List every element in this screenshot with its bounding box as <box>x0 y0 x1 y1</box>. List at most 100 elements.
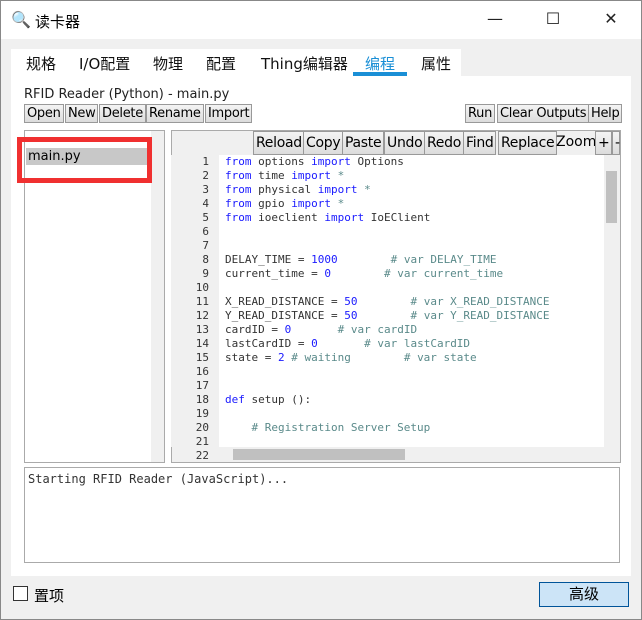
code-token: current_time = <box>225 267 318 280</box>
code-token: * <box>337 169 345 182</box>
open-button[interactable]: Open <box>24 104 64 123</box>
code-token: 2 <box>277 351 285 364</box>
code-line: Y_READ_DISTANCE = 50 # var Y_READ_DISTAN… <box>225 309 550 322</box>
delete-button[interactable]: Delete <box>99 104 146 123</box>
code-token: import <box>291 169 331 182</box>
code-line: state = 2 # waiting # var state <box>225 351 477 364</box>
line-number: 10 <box>195 281 209 294</box>
code-token: 50 <box>344 295 358 308</box>
help-button[interactable]: Help <box>588 104 623 123</box>
code-token: from <box>225 155 252 168</box>
paste-button[interactable]: Paste <box>342 131 385 155</box>
run-button[interactable]: Run <box>465 104 496 123</box>
line-number: 19 <box>195 407 209 420</box>
code-token: cardID = <box>225 323 278 336</box>
code-token: Y_READ_DISTANCE = <box>225 309 338 322</box>
pin-checkbox[interactable] <box>13 586 28 601</box>
line-number: 7 <box>202 239 209 252</box>
zoom-out-button[interactable]: - <box>612 131 620 155</box>
code-token: physical <box>258 183 312 196</box>
line-number: 6 <box>202 225 209 238</box>
code-token: # var Y_READ_DISTANCE <box>364 309 550 322</box>
tab-io-config[interactable]: I/O配置 <box>79 53 130 74</box>
line-number: 8 <box>202 253 209 266</box>
code-line: X_READ_DISTANCE = 50 # var X_READ_DISTAN… <box>225 295 550 308</box>
code-line: cardID = 0 # var cardID <box>225 323 417 336</box>
pin-label: 置项 <box>34 587 65 605</box>
line-number: 1 <box>202 155 209 168</box>
hscroll-thumb[interactable] <box>233 449 405 460</box>
file-list-scrollbar[interactable] <box>151 131 164 462</box>
line-number: 14 <box>195 337 209 350</box>
code-line: from physical import * <box>225 183 371 196</box>
code-token: # Registration Server Setup <box>225 421 431 434</box>
line-number: 21 <box>195 435 209 448</box>
editor-vertical-scrollbar[interactable] <box>604 155 619 447</box>
rename-button[interactable]: Rename <box>146 104 204 123</box>
close-button[interactable]: ✕ <box>596 9 626 31</box>
redo-button[interactable]: Redo <box>424 131 464 155</box>
replace-button[interactable]: Replace <box>498 131 558 155</box>
code-token: * <box>364 183 371 196</box>
copy-button[interactable]: Copy <box>303 131 344 155</box>
highlight-box <box>17 137 152 183</box>
code-line: from gpio import * <box>225 197 344 210</box>
undo-button[interactable]: Undo <box>384 131 426 155</box>
code-token: setup (): <box>251 393 312 406</box>
new-button[interactable]: New <box>65 104 99 123</box>
app-icon: 🔍 <box>11 10 31 29</box>
code-token: import <box>291 197 331 210</box>
line-number: 16 <box>195 365 209 378</box>
advanced-button[interactable]: 高级 <box>539 582 629 607</box>
reload-button[interactable]: Reload <box>253 131 305 155</box>
tab-programming[interactable]: 编程 <box>365 53 395 74</box>
line-number: 5 <box>202 211 209 224</box>
tab-thing-editor[interactable]: Thing编辑器 <box>261 53 348 74</box>
minimize-button[interactable]: — <box>480 9 510 31</box>
code-token: from <box>225 211 252 224</box>
code-token: from <box>225 197 252 210</box>
code-token: # var current_time <box>337 267 504 280</box>
code-token: from <box>225 169 252 182</box>
code-token: # var X_READ_DISTANCE <box>364 295 550 308</box>
code-token: # var lastCardID <box>324 337 471 350</box>
code-line: DELAY_TIME = 1000 # var DELAY_TIME <box>225 253 497 266</box>
import-button[interactable]: Import <box>205 104 253 123</box>
code-token: 0 <box>311 337 318 350</box>
code-token: import <box>324 211 365 224</box>
code-token: # var DELAY_TIME <box>344 253 497 266</box>
zoom-in-button[interactable]: + <box>595 131 613 155</box>
line-number: 9 <box>202 267 209 280</box>
output-console[interactable]: Starting RFID Reader (JavaScript)... <box>24 467 620 563</box>
code-token: time <box>258 169 285 182</box>
tab-attributes[interactable]: 属性 <box>421 53 451 74</box>
line-number: 22 <box>195 449 209 462</box>
code-line: from time import * <box>225 169 344 182</box>
code-line: from options import Options <box>225 155 404 168</box>
tab-config[interactable]: 配置 <box>206 53 236 74</box>
maximize-button[interactable]: ☐ <box>538 9 568 31</box>
editor-horizontal-scrollbar[interactable] <box>219 447 604 462</box>
code-line: current_time = 0 # var current_time <box>225 267 503 280</box>
project-title: RFID Reader (Python) - main.py <box>24 87 230 102</box>
tab-physical[interactable]: 物理 <box>153 53 183 74</box>
tab-specs[interactable]: 规格 <box>26 53 56 74</box>
line-number: 3 <box>202 183 209 196</box>
code-token: 0 <box>284 323 292 336</box>
scroll-thumb[interactable] <box>606 171 617 223</box>
line-number: 18 <box>195 393 209 406</box>
line-number: 20 <box>195 421 209 434</box>
code-token: IoEClient <box>370 211 431 224</box>
line-number: 17 <box>195 379 209 392</box>
code-line: lastCardID = 0 # var lastCardID <box>225 337 470 350</box>
line-number: 12 <box>195 309 209 322</box>
code-token: gpio <box>258 197 285 210</box>
line-number: 11 <box>195 295 209 308</box>
code-token: # var cardID <box>297 323 418 336</box>
line-number: 4 <box>202 197 209 210</box>
find-button[interactable]: Find <box>463 131 497 155</box>
clear-outputs-button[interactable]: Clear Outputs <box>497 104 590 123</box>
line-number: 13 <box>195 323 209 336</box>
code-token: 50 <box>344 309 358 322</box>
line-number: 15 <box>195 351 209 364</box>
